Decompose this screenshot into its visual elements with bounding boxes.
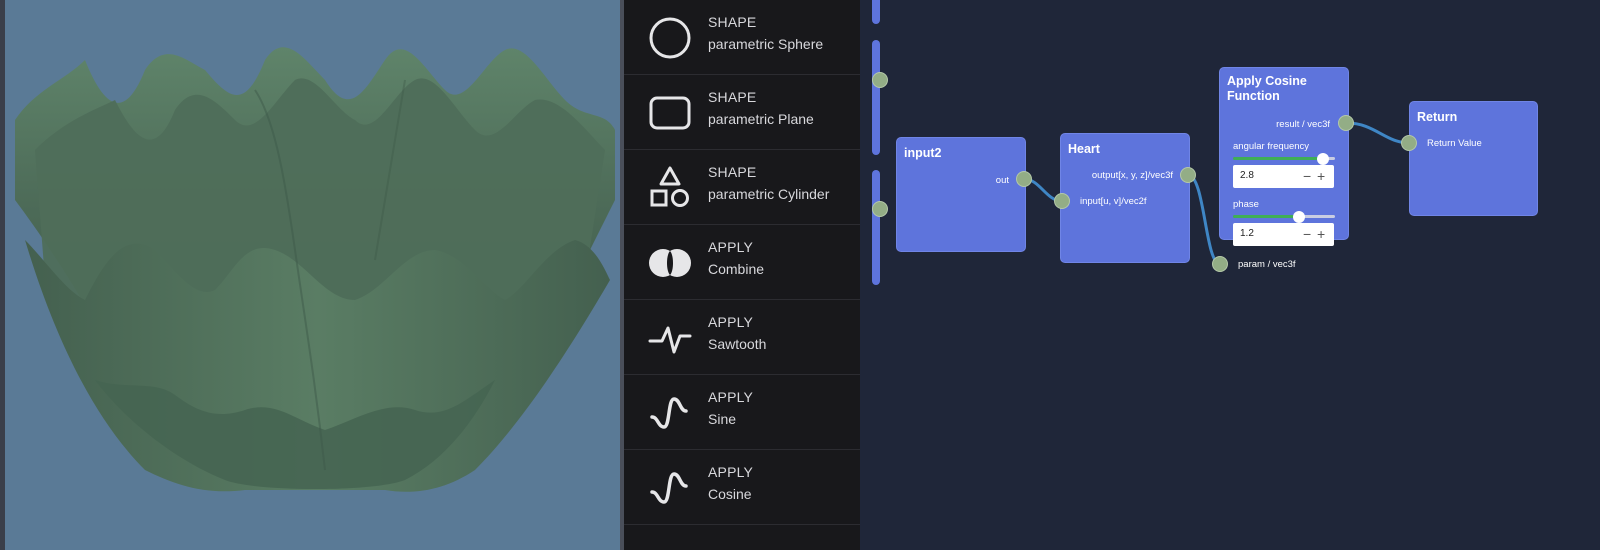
port-cosine-param[interactable]	[1212, 256, 1228, 272]
sine-icon	[650, 397, 688, 429]
phase-slider-fill[interactable]	[1233, 215, 1299, 218]
port-heart-input[interactable]	[1054, 193, 1070, 209]
node-graph-editor[interactable]: input2 out Heart output[x, y, z]/vec3f i…	[860, 0, 1600, 550]
library-item-combine[interactable]: APPLY Combine	[624, 225, 860, 300]
library-item-name: parametric Cylinder	[708, 186, 830, 202]
node-title-line2: Function	[1227, 89, 1280, 103]
port-label-return-value: Return Value	[1427, 138, 1482, 149]
library-item-category: APPLY	[708, 314, 754, 330]
library-item-name: Sawtooth	[708, 336, 767, 352]
library-item-name: parametric Plane	[708, 111, 814, 127]
node-heart[interactable]: Heart output[x, y, z]/vec3f input[u, v]/…	[1060, 133, 1190, 263]
angular-frequency-slider-fill[interactable]	[1233, 157, 1323, 160]
port-cosine-result[interactable]	[1338, 115, 1354, 131]
port-return-input[interactable]	[1401, 135, 1417, 151]
library-item-category: SHAPE	[708, 14, 757, 30]
port-input2-out[interactable]	[1016, 171, 1032, 187]
offscreen-node-edge	[872, 0, 880, 24]
library-item-name: Sine	[708, 411, 737, 427]
angular-frequency-number-field[interactable]: − +	[1233, 165, 1334, 188]
sawtooth-icon	[648, 326, 692, 354]
port-label-result: result / vec3f	[1276, 119, 1330, 130]
offscreen-node-edge	[872, 40, 880, 155]
angular-frequency-slider-knob[interactable]	[1317, 153, 1329, 165]
angular-frequency-input[interactable]	[1240, 170, 1290, 181]
phase-number-field[interactable]: − +	[1233, 223, 1334, 246]
library-item-name: Cosine	[708, 486, 752, 502]
node-title: input2	[904, 146, 942, 160]
port-label-param: param / vec3f	[1238, 259, 1296, 270]
increment-icon[interactable]: +	[1317, 225, 1325, 243]
angular-frequency-label: angular frequency	[1233, 141, 1310, 152]
circle-icon	[649, 17, 691, 59]
library-item-category: APPLY	[708, 464, 754, 480]
node-library: SHAPE parametric Sphere SHAPE parametric…	[624, 0, 860, 550]
wire-heart-to-cosine	[1187, 173, 1221, 266]
node-apply-cosine[interactable]: Apply Cosine Function result / vec3f ang…	[1219, 67, 1349, 246]
library-item-cosine[interactable]: APPLY Cosine	[624, 450, 860, 525]
library-item-sphere[interactable]: SHAPE parametric Sphere	[624, 0, 860, 75]
node-input2[interactable]: input2 out	[896, 137, 1026, 252]
rendered-surface	[15, 47, 615, 492]
shapes-icon	[650, 166, 689, 207]
library-item-name: parametric Sphere	[708, 36, 824, 52]
phase-label: phase	[1233, 199, 1259, 210]
library-item-name: Combine	[708, 261, 765, 277]
rounded-rect-icon	[649, 96, 691, 130]
library-item-cylinder[interactable]: SHAPE parametric Cylinder	[624, 150, 860, 225]
decrement-icon[interactable]: −	[1303, 225, 1311, 243]
node-return[interactable]: Return Return Value	[1409, 101, 1538, 216]
library-item-sawtooth[interactable]: APPLY Sawtooth	[624, 300, 860, 375]
library-item-plane[interactable]: SHAPE parametric Plane	[624, 75, 860, 150]
library-item-category: SHAPE	[708, 164, 757, 180]
cosine-icon	[650, 472, 688, 504]
port-heart-output[interactable]	[1180, 167, 1196, 183]
node-title: Heart	[1068, 142, 1100, 156]
library-item-category: APPLY	[708, 239, 754, 255]
phase-slider-knob[interactable]	[1293, 211, 1305, 223]
library-item-category: APPLY	[708, 389, 754, 405]
increment-icon[interactable]: +	[1317, 167, 1325, 185]
offscreen-node-port[interactable]	[872, 201, 888, 217]
node-title: Apply Cosine Function	[1227, 74, 1307, 104]
library-item-sine[interactable]: APPLY Sine	[624, 375, 860, 450]
node-title-line1: Apply Cosine	[1227, 74, 1307, 88]
node-title: Return	[1417, 110, 1458, 124]
port-label-out: out	[995, 175, 1009, 186]
library-item-category: SHAPE	[708, 89, 757, 105]
3d-viewport[interactable]	[0, 0, 620, 550]
offscreen-node-edge	[872, 170, 880, 285]
offscreen-node-port[interactable]	[872, 72, 888, 88]
decrement-icon[interactable]: −	[1303, 167, 1311, 185]
port-label-input: input[u, v]/vec2f	[1080, 196, 1147, 207]
port-label-output: output[x, y, z]/vec3f	[1091, 170, 1173, 181]
combine-icon	[649, 249, 691, 277]
phase-input[interactable]	[1240, 228, 1290, 239]
